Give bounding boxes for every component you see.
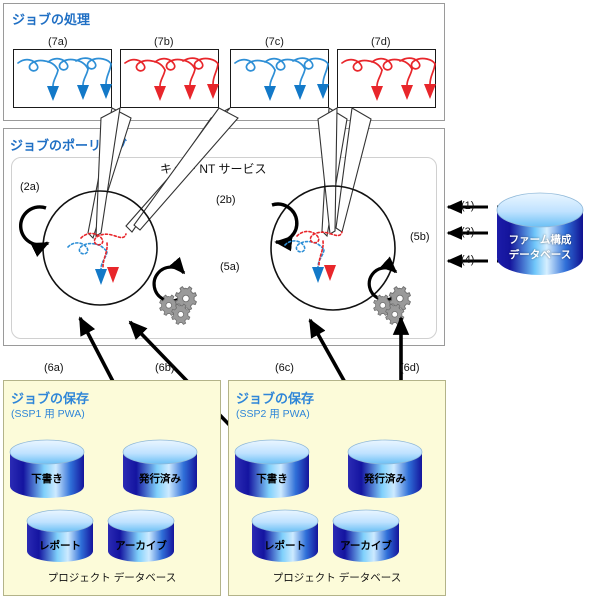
job-box-7d [337,49,436,108]
loop-label-2b: (2b) [216,194,236,206]
job-box-7a [13,49,112,108]
job-box-label-7a: (7a) [48,36,68,48]
cylinder-label-report-left: レポート [39,540,81,552]
polling-inner-area [11,157,437,339]
loop-label-5b: (5b) [410,231,430,243]
job-box-label-7b: (7b) [154,36,174,48]
project-db-caption-left: プロジェクト データベース [47,572,177,584]
loop-label-2a: (2a) [20,181,40,193]
job-box-label-7c: (7c) [265,36,284,48]
project-db-caption-right: プロジェクト データベース [272,572,402,584]
panel-job-processing-title: ジョブの処理 [12,12,91,27]
loop-label-5a: (5a) [220,261,240,273]
farm-db-label-line1: ファーム構成 [508,234,572,246]
cylinder-label-draft-right: 下書き [256,473,288,485]
job-box-7b [120,49,219,108]
cylinder-label-published-left: 発行済み [139,473,181,485]
cylinder-label-report-right: レポート [264,540,306,552]
queue-nt-service-label: キュー NT サービス [160,162,267,176]
cylinder-label-archive-left: アーカイブ [115,540,167,552]
panel-job-storage-left-subtitle: (SSP1 用 PWA) [11,408,85,420]
storage-arrow-label-6a: (6a) [44,362,64,374]
farm-db-arrow-label-1: (1) [461,200,475,212]
job-box-7c [230,49,329,108]
storage-arrow-label-6b: (6b) [155,362,175,374]
farm-db-label-line2: データベース [508,249,572,261]
storage-arrow-label-6d: (6d) [400,362,420,374]
cylinder-label-archive-right: アーカイブ [340,540,392,552]
panel-job-storage-left-title: ジョブの保存 [11,391,90,406]
farm-db-arrow-label-3: (3) [461,226,475,238]
farm-db-arrow-label-4: (4) [461,254,475,266]
cylinder-label-draft-left: 下書き [31,473,63,485]
panel-job-polling-title: ジョブのポーリング [10,138,128,153]
panel-job-storage-right-subtitle: (SSP2 用 PWA) [236,408,310,420]
panel-job-storage-right-title: ジョブの保存 [236,391,315,406]
cylinder-label-published-right: 発行済み [364,473,406,485]
diagram-root: ジョブの処理 (7a) (7b) (7c) (7d) ジョブのポーリング キュー… [0,0,599,600]
job-box-label-7d: (7d) [371,36,391,48]
storage-arrow-label-6c: (6c) [275,362,294,374]
